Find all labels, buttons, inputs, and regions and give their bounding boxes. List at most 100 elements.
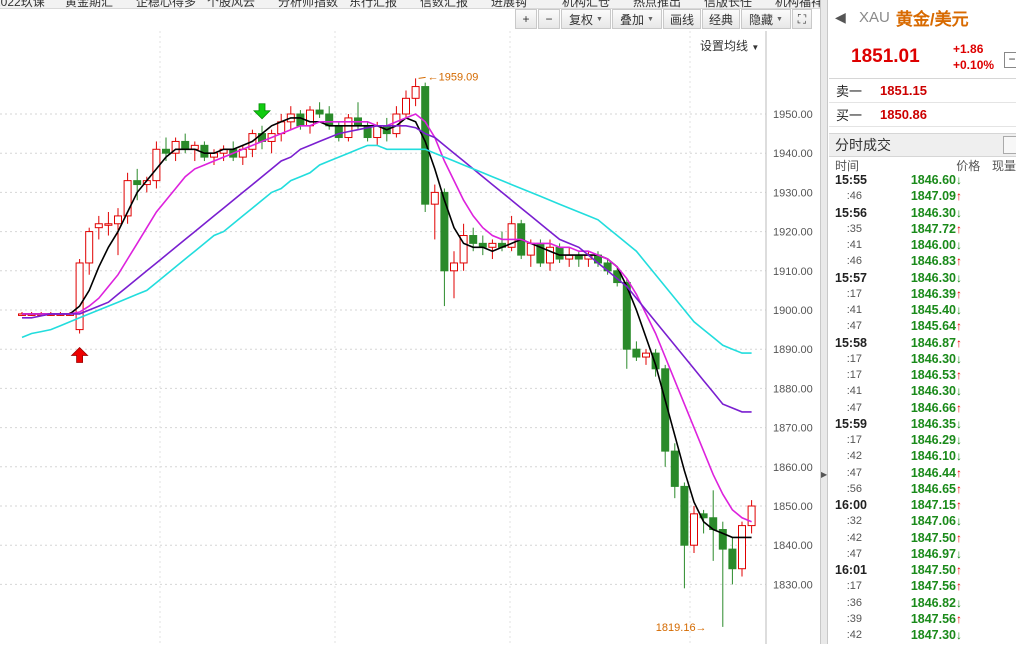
high-label: ←1959.09: [428, 71, 479, 83]
tick-row: :35 1847.72 ↑: [829, 221, 1016, 237]
top-menu-item[interactable]: 信版长任: [704, 0, 752, 8]
tick-price: 1846.44: [910, 465, 956, 480]
instrument-name: 黄金/美元: [895, 9, 969, 29]
arrow-down-icon: ↓: [956, 546, 962, 561]
candle-body[interactable]: [402, 97, 410, 115]
ma-line: [21, 144, 752, 354]
tick-price: 1847.72: [910, 221, 956, 236]
toolbar-button[interactable]: −: [538, 9, 560, 29]
tick-time: :42: [846, 629, 862, 642]
candle-body[interactable]: [411, 86, 420, 99]
candle-body[interactable]: [133, 180, 142, 186]
ticks-tab-handle[interactable]: [1003, 136, 1016, 154]
candle-body[interactable]: [181, 140, 190, 150]
candle-body[interactable]: [334, 125, 343, 139]
arrow-up-icon: ↑: [956, 563, 962, 578]
tick-time: :17: [846, 434, 862, 447]
tick-price: 1846.65: [910, 481, 956, 496]
top-menu-item[interactable]: 黄金期汇: [65, 0, 113, 8]
tick-price: 1846.82: [910, 595, 956, 610]
candle-body[interactable]: [555, 246, 564, 260]
candlestick-chart[interactable]: 1950.00 1940.00 1930.00 1920.00 1910.00 1900.…: [0, 31, 820, 649]
top-menu-item[interactable]: 2022玖课: [0, 0, 45, 8]
candle-body[interactable]: [306, 109, 314, 127]
candle-body[interactable]: [104, 223, 113, 226]
candle-body[interactable]: [642, 352, 650, 358]
tick-time: :56: [846, 482, 862, 495]
y-tick-label: 1840.00: [773, 540, 813, 552]
tick-price: 1846.30: [910, 205, 956, 220]
col-time: 时间: [835, 159, 860, 173]
sell-signal-icon: [253, 103, 271, 120]
minimize-button[interactable]: −: [1004, 52, 1016, 68]
candle-body[interactable]: [670, 450, 679, 487]
candle-body[interactable]: [747, 505, 756, 527]
top-menu-item[interactable]: 个股风云: [207, 0, 255, 8]
toolbar-button[interactable]: 复权 ▼: [561, 9, 611, 29]
y-tick-label: 1950.00: [773, 109, 813, 121]
top-menu-item[interactable]: 进展钩: [491, 0, 527, 8]
sell-price: 1851.15: [880, 83, 927, 98]
back-arrow-icon[interactable]: ◀: [835, 9, 849, 26]
candle-body[interactable]: [421, 86, 430, 205]
tick-time: 15:58: [835, 335, 867, 350]
tick-time: :17: [846, 287, 862, 300]
panel-collapse-handle[interactable]: ▶: [820, 0, 828, 644]
candle-body[interactable]: [200, 144, 209, 158]
toolbar-button[interactable]: 经典: [702, 9, 740, 29]
ticks-list[interactable]: 15:55 1846.60 ↓:46 1847.09 ↑ 15:56 1846.30 ↓:35…: [829, 172, 1016, 643]
toolbar-button[interactable]: 画线: [663, 9, 701, 29]
candle-body[interactable]: [469, 235, 478, 244]
y-tick-label: 1890.00: [773, 344, 813, 356]
tick-row: 15:59 1846.35 ↓: [829, 416, 1016, 432]
arrow-up-icon: ↑: [956, 319, 962, 334]
toolbar-button[interactable]: 叠加 ▼: [612, 9, 662, 29]
top-menu-item[interactable]: 热点推出: [633, 0, 681, 8]
tick-price: 1847.30: [910, 628, 956, 643]
arrow-up-icon: ↑: [956, 465, 962, 480]
toolbar-button-label: 叠加: [620, 12, 645, 27]
candle-body[interactable]: [690, 513, 698, 546]
toolbar-button[interactable]: ⛶: [792, 9, 812, 29]
candle-body[interactable]: [296, 113, 305, 127]
candle-body[interactable]: [114, 215, 122, 225]
candle-body[interactable]: [315, 109, 324, 115]
tick-row: :47 1845.64 ↑: [829, 318, 1016, 334]
tick-row: :47 1846.44 ↑: [829, 465, 1016, 481]
arrow-up-icon: ↑: [956, 254, 962, 269]
candle-body[interactable]: [162, 148, 170, 154]
candle-body[interactable]: [450, 262, 458, 272]
y-tick-label: 1870.00: [773, 423, 813, 435]
tick-time: :42: [846, 531, 862, 544]
toolbar-button[interactable]: 隐藏 ▼: [741, 9, 791, 29]
candle-body[interactable]: [85, 231, 94, 264]
top-menu-item[interactable]: 东行汇报: [349, 0, 397, 8]
tick-price: 1847.06: [910, 514, 956, 529]
top-menu-item[interactable]: 信数汇报: [420, 0, 468, 8]
candle-body[interactable]: [632, 348, 641, 358]
col-volume: 现量: [991, 159, 1016, 173]
y-tick-label: 1930.00: [773, 187, 813, 199]
change-value: +1.86: [953, 42, 984, 56]
candle-body[interactable]: [430, 191, 439, 205]
candle-body[interactable]: [738, 525, 746, 570]
chart-svg[interactable]: 1950.00 1940.00 1930.00 1920.00 1910.00 1900.…: [0, 31, 820, 644]
buy-label: 买一: [836, 108, 863, 123]
tick-time: 16:00: [835, 498, 867, 513]
top-menu-item[interactable]: 企稳心得多: [136, 0, 196, 8]
tick-price: 1846.53: [910, 368, 956, 383]
candle-body[interactable]: [344, 117, 353, 139]
candle-body[interactable]: [440, 191, 449, 272]
toolbar-button[interactable]: +: [515, 9, 537, 29]
tick-row: :47 1846.66 ↑: [829, 400, 1016, 416]
tick-price: 1847.09: [910, 189, 956, 204]
candle-body[interactable]: [728, 548, 737, 570]
candle-body[interactable]: [680, 485, 689, 546]
top-menu-item[interactable]: 分析师指数: [278, 0, 338, 8]
tick-price: 1847.50: [910, 563, 956, 578]
top-menu-item[interactable]: 机构福祥: [775, 0, 822, 8]
candle-body[interactable]: [94, 223, 103, 229]
candle-body[interactable]: [488, 242, 497, 248]
top-menu-item[interactable]: 机构汇仓: [562, 0, 610, 8]
tick-row: :39 1847.56 ↑: [829, 611, 1016, 627]
